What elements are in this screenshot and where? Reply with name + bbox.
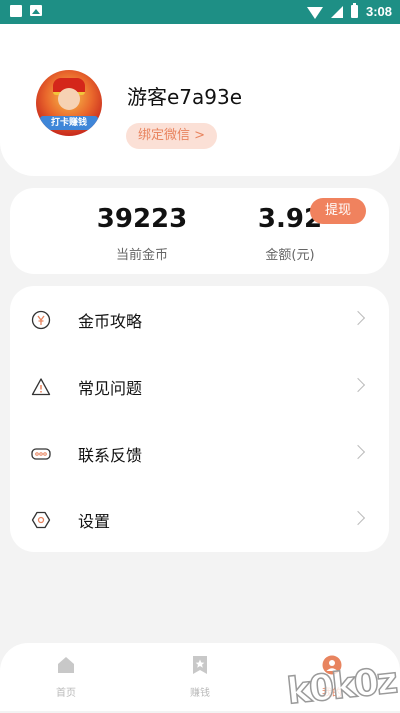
menu-item-settings[interactable]: 设置 <box>10 486 389 552</box>
coins-label: 当前金币 <box>115 248 168 263</box>
bind-wechat-button[interactable]: 绑定微信 > <box>126 123 218 149</box>
signal-icon <box>330 5 343 18</box>
avatar-face <box>58 88 80 110</box>
coins-value: 39223 <box>96 204 188 234</box>
avatar-banner: 打卡赚钱 <box>40 116 98 130</box>
bottom-nav: 首页 赚钱 我的 k0k0z <box>0 643 400 713</box>
chevron-right-icon <box>350 377 366 393</box>
image-notification-icon <box>30 5 42 16</box>
nav-item-home[interactable]: 首页 <box>36 655 96 699</box>
menu-item-coin-guide[interactable]: 金币攻略 <box>10 286 389 352</box>
wifi-icon <box>306 6 323 19</box>
status-bar: 3:08 <box>0 0 400 24</box>
menu-card: 金币攻略 常见问题 联系反馈 设置 <box>10 286 389 552</box>
nav-item-earn[interactable]: 赚钱 <box>170 655 230 699</box>
withdraw-button[interactable]: 提现 <box>310 198 366 224</box>
username: 游客e7a93e <box>127 85 243 109</box>
battery-icon <box>350 3 358 18</box>
yuan-coin-icon <box>31 310 51 330</box>
avatar[interactable]: 打卡赚钱 <box>36 70 102 136</box>
menu-item-label: 金币攻略 <box>78 312 143 331</box>
home-icon <box>58 657 74 673</box>
nav-label: 首页 <box>56 688 76 699</box>
stats-card: 39223 当前金币 3.92 金额(元) 提现 <box>10 188 389 274</box>
nav-label: 赚钱 <box>190 688 210 699</box>
menu-item-label: 联系反馈 <box>78 446 143 465</box>
menu-item-label: 设置 <box>78 512 111 531</box>
chevron-right-icon <box>350 510 366 526</box>
warning-triangle-icon <box>31 378 51 396</box>
menu-item-faq[interactable]: 常见问题 <box>10 353 389 419</box>
profile-header: 打卡赚钱 游客e7a93e 绑定微信 > <box>0 24 400 176</box>
notification-square-icon <box>10 5 22 17</box>
menu-item-label: 常见问题 <box>78 379 143 398</box>
chevron-right-icon <box>350 310 366 326</box>
hexagon-settings-icon <box>31 511 51 529</box>
chevron-right-icon <box>350 444 366 460</box>
star-bookmark-icon <box>193 656 207 674</box>
amount-label: 金额(元) <box>265 248 315 263</box>
status-time: 3:08 <box>365 4 392 19</box>
chat-bubble-icon <box>31 448 51 460</box>
menu-item-feedback[interactable]: 联系反馈 <box>10 420 389 486</box>
